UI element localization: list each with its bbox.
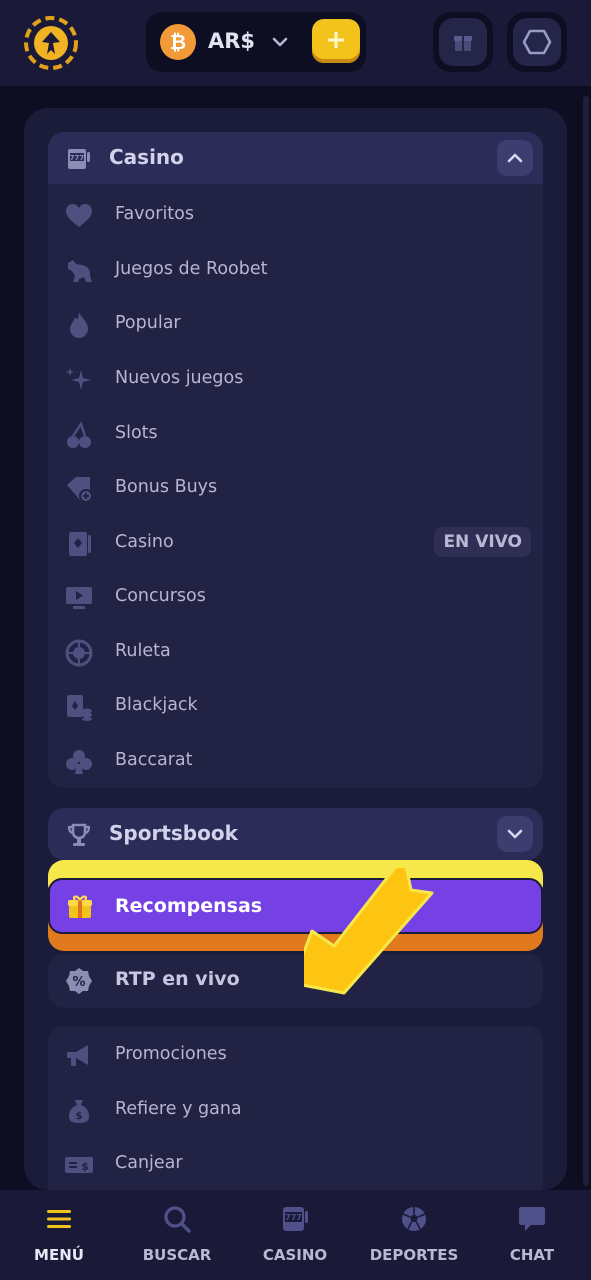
flame-icon — [70, 312, 88, 338]
chips-icon — [67, 695, 92, 721]
voucher-icon: $ — [65, 1157, 93, 1173]
kangaroo-icon — [68, 260, 92, 282]
casino-section: 777 Casino Favoritos Juegos de Roobet Po… — [48, 132, 543, 788]
nav-deportes[interactable]: DEPORTES — [355, 1190, 473, 1280]
plus-icon: + — [325, 24, 347, 55]
svg-text:%: % — [72, 975, 85, 990]
menu-item-favoritos[interactable]: Favoritos — [48, 188, 543, 242]
heart-icon — [66, 204, 92, 227]
expand-sportsbook-button[interactable] — [497, 816, 533, 852]
trophy-icon — [67, 823, 91, 846]
nav-casino[interactable]: 777 CASINO — [236, 1190, 354, 1280]
pointer-arrow-icon — [304, 868, 434, 995]
menu-item-canjear[interactable]: $ Canjear — [48, 1137, 543, 1190]
deposit-button[interactable]: + — [312, 19, 360, 63]
bottom-nav: MENÚ BUSCAR 777 CASINO DEPORTES CHAT — [0, 1190, 591, 1280]
collapse-casino-button[interactable] — [497, 140, 533, 176]
slot-777-icon: 777 — [283, 1207, 308, 1231]
card-icon — [69, 532, 91, 556]
menu-item-slots[interactable]: Slots — [48, 407, 543, 461]
search-icon — [164, 1206, 191, 1233]
live-badge: EN VIVO — [434, 527, 531, 557]
sportsbook-section: Sportsbook — [48, 808, 543, 860]
percent-badge-icon: % — [66, 968, 92, 994]
sportsbook-section-title: Sportsbook — [109, 821, 238, 845]
gift-button[interactable] — [433, 12, 493, 72]
side-menu-panel: 777 Casino Favoritos Juegos de Roobet Po… — [24, 108, 567, 1190]
roulette-icon — [65, 639, 93, 667]
currency-label: AR$ — [208, 29, 256, 53]
rtp-label: RTP en vivo — [115, 968, 240, 990]
sportsbook-section-header[interactable]: Sportsbook — [48, 808, 543, 860]
slot-machine-icon: 777 — [68, 149, 90, 169]
tag-plus-icon — [67, 477, 93, 503]
svg-text:777: 777 — [70, 154, 85, 162]
svg-text:$: $ — [81, 1160, 89, 1173]
monitor-play-icon — [66, 587, 92, 609]
menu-item-refiere-y-gana[interactable]: $ Refiere y gana — [48, 1083, 543, 1137]
hexagon-icon — [522, 29, 552, 55]
club-icon — [66, 750, 92, 774]
scrollbar[interactable] — [583, 96, 589, 1186]
hamburger-icon — [47, 1210, 71, 1228]
chevron-down-icon[interactable] — [270, 32, 290, 52]
nav-menu[interactable]: MENÚ — [0, 1190, 118, 1280]
menu-item-popular[interactable]: Popular — [48, 297, 543, 351]
casino-section-title: Casino — [109, 145, 184, 169]
menu-item-recompensas[interactable]: Recompensas — [48, 878, 543, 934]
menu-item-concursos[interactable]: Concursos — [48, 570, 543, 624]
recompensas-label: Recompensas — [115, 895, 263, 917]
menu-item-juegos-de-roobet[interactable]: Juegos de Roobet — [48, 243, 543, 297]
menu-item-casino-en-vivo[interactable]: Casino EN VIVO — [48, 516, 543, 570]
nav-buscar[interactable]: BUSCAR — [118, 1190, 236, 1280]
chevron-down-icon — [507, 829, 523, 839]
cherries-icon — [67, 421, 91, 448]
menu-item-baccarat[interactable]: Baccarat — [48, 734, 543, 788]
menu-item-blackjack[interactable]: Blackjack — [48, 679, 543, 733]
menu-item-bonus-buys[interactable]: Bonus Buys — [48, 461, 543, 515]
casino-section-header[interactable]: 777 Casino — [48, 132, 543, 184]
profile-button[interactable] — [507, 12, 567, 72]
bitcoin-icon: ₿ — [160, 24, 196, 60]
gift-icon — [68, 895, 92, 918]
menu-item-rtp-en-vivo[interactable]: % RTP en vivo — [48, 954, 543, 1008]
nav-chat[interactable]: CHAT — [473, 1190, 591, 1280]
chevron-up-icon — [507, 153, 523, 163]
soccer-ball-icon — [402, 1207, 426, 1231]
svg-text:$: $ — [76, 1111, 83, 1122]
more-section: Promociones $ Refiere y gana $ Canjear — [48, 1026, 543, 1190]
wallet-selector[interactable]: ₿ AR$ + — [146, 12, 366, 72]
gift-icon — [454, 36, 472, 51]
menu-item-ruleta[interactable]: Ruleta — [48, 625, 543, 679]
sparkles-icon — [66, 368, 91, 390]
chat-bubble-icon — [519, 1207, 545, 1231]
top-bar: ₿ AR$ + — [0, 0, 591, 86]
menu-item-nuevos-juegos[interactable]: Nuevos juegos — [48, 352, 543, 406]
megaphone-icon — [67, 1045, 88, 1066]
money-bag-icon: $ — [69, 1100, 89, 1123]
menu-item-promociones[interactable]: Promociones — [48, 1028, 543, 1082]
svg-text:777: 777 — [285, 1213, 302, 1222]
roobet-logo-icon[interactable] — [22, 14, 80, 72]
